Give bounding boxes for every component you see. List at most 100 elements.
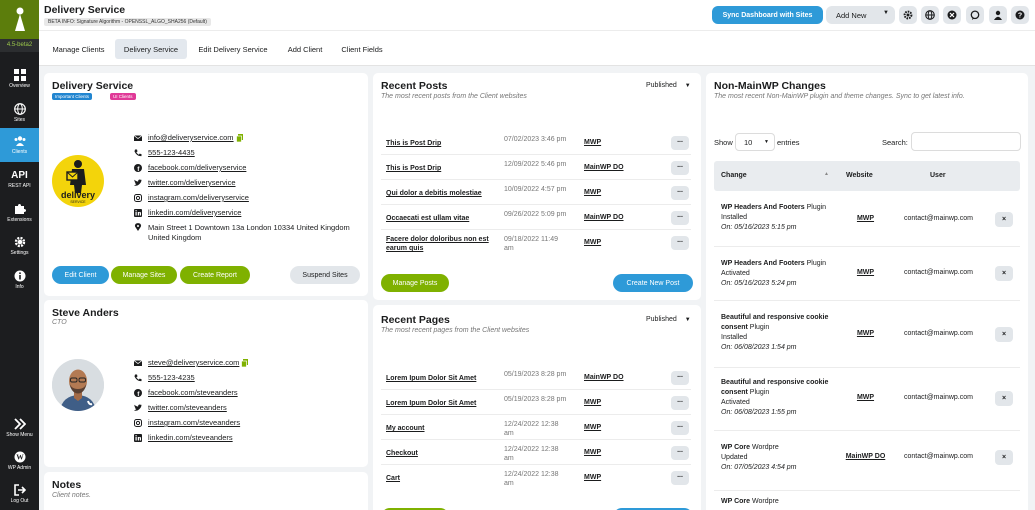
entries-per-page-select[interactable]: 10 ▼ <box>735 133 775 151</box>
copy-icon[interactable] <box>241 358 249 367</box>
edit-client-button[interactable]: Edit Client <box>52 266 109 284</box>
page-site-link[interactable]: MWP <box>584 474 601 481</box>
sidebar-item-overview[interactable]: Overview <box>0 62 39 96</box>
contact-email-link[interactable]: steve@deliveryservice.com <box>148 358 239 367</box>
copy-icon[interactable] <box>235 133 244 142</box>
dismiss-button[interactable]: × <box>995 212 1013 227</box>
post-site-link[interactable]: MainWP DO <box>584 164 624 171</box>
page-actions-button[interactable]: ... <box>671 421 689 435</box>
create-report-button[interactable]: Create Report <box>180 266 250 284</box>
post-site-link[interactable]: MWP <box>584 189 601 196</box>
post-title-link[interactable]: This is Post Drip <box>386 164 496 173</box>
sidebar-item-info[interactable]: Info <box>0 263 39 297</box>
dismiss-button[interactable]: × <box>995 391 1013 406</box>
contact-facebook-link[interactable]: facebook.com/steveanders <box>148 388 238 397</box>
sidebar-item-label: Sites <box>13 117 26 123</box>
search-input[interactable] <box>911 132 1021 151</box>
sidebar-item-label: Overview <box>9 83 30 89</box>
contact-avatar <box>52 359 104 411</box>
col-change-header[interactable]: Change <box>721 172 747 179</box>
page-actions-button[interactable]: ... <box>671 446 689 460</box>
post-site-link[interactable]: MWP <box>584 139 601 146</box>
client-tag[interactable]: UI Clients <box>110 93 136 100</box>
client-facebook-link[interactable]: facebook.com/deliveryservice <box>148 163 246 172</box>
change-website-link[interactable]: MWP <box>843 330 888 337</box>
dismiss-button[interactable]: × <box>995 450 1013 465</box>
post-title-link[interactable]: Facere dolor doloribus non est earum qui… <box>386 235 496 253</box>
client-twitter-link[interactable]: twitter.com/deliveryservice <box>148 178 236 187</box>
dismiss-button[interactable]: × <box>995 327 1013 342</box>
logout-icon <box>13 484 26 496</box>
client-tag[interactable]: Important Clients <box>52 93 93 100</box>
page-site-link[interactable]: MWP <box>584 424 601 431</box>
sites-button[interactable] <box>921 6 939 24</box>
manage-posts-button[interactable]: Manage Posts <box>381 274 449 292</box>
contact-linkedin-link[interactable]: linkedin.com/steveanders <box>148 433 233 442</box>
posts-status-dropdown[interactable]: Published ▼ <box>646 82 691 89</box>
create-new-post-button[interactable]: Create New Post <box>613 274 693 292</box>
mainwp-logo[interactable] <box>0 0 39 39</box>
page-site-link[interactable]: MWP <box>584 399 601 406</box>
contact-twitter-link[interactable]: twitter.com/steveanders <box>148 403 227 412</box>
tab-delivery-service[interactable]: Delivery Service <box>115 39 187 59</box>
client-phone-link[interactable]: 555-123-4435 <box>148 148 195 157</box>
add-new-dropdown[interactable]: Add New ▼ <box>826 6 895 24</box>
help-button[interactable]: ? <box>1011 6 1029 24</box>
sidebar-item-show-menu[interactable]: Show Menu <box>0 411 39 445</box>
sidebar-item-rest-api[interactable]: API REST API <box>0 162 39 196</box>
page-site-link[interactable]: MWP <box>584 449 601 456</box>
post-site-link[interactable]: MWP <box>584 239 601 246</box>
post-actions-button[interactable]: ... <box>671 211 689 225</box>
client-linkedin-link[interactable]: linkedin.com/deliveryservice <box>148 208 241 217</box>
sidebar-item-settings[interactable]: Settings <box>0 229 39 263</box>
change-website-link[interactable]: MWP <box>843 394 888 401</box>
post-actions-button[interactable]: ... <box>671 236 689 250</box>
client-instagram-link[interactable]: instagram.com/deliveryservice <box>148 193 249 202</box>
close-circle-icon <box>947 10 957 20</box>
post-site-link[interactable]: MainWP DO <box>584 214 624 221</box>
page-title-link[interactable]: Lorem Ipum Dolor Sit Amet <box>386 374 496 383</box>
pages-status-dropdown[interactable]: Published ▼ <box>646 316 691 323</box>
sidebar-item-extensions[interactable]: Extensions <box>0 196 39 230</box>
page-actions-button[interactable]: ... <box>671 471 689 485</box>
col-user-header[interactable]: User <box>930 172 946 179</box>
page-site-link[interactable]: MainWP DO <box>584 374 624 381</box>
col-website-header[interactable]: Website <box>846 172 873 179</box>
sync-dashboard-button[interactable]: Sync Dashboard with Sites <box>712 6 823 24</box>
close-button[interactable] <box>943 6 961 24</box>
post-actions-button[interactable]: ... <box>671 161 689 175</box>
client-email-link[interactable]: info@deliveryservice.com <box>148 133 234 142</box>
post-actions-button[interactable]: ... <box>671 186 689 200</box>
page-actions-button[interactable]: ... <box>671 371 689 385</box>
post-title-link[interactable]: Occaecati est ullam vitae <box>386 214 496 223</box>
page-title-link[interactable]: Cart <box>386 474 496 483</box>
tab-client-fields[interactable]: Client Fields <box>335 39 389 59</box>
change-website-link[interactable]: MainWP DO <box>843 453 888 460</box>
chat-icon <box>970 10 980 20</box>
sidebar-item-wp-admin[interactable]: W WP Admin <box>0 444 39 478</box>
change-website-link[interactable]: MWP <box>843 269 888 276</box>
tab-edit-delivery-service[interactable]: Edit Delivery Service <box>192 39 274 59</box>
sidebar-item-sites[interactable]: Sites <box>0 96 39 130</box>
sidebar-item-clients[interactable]: Clients <box>0 128 39 162</box>
page-title-link[interactable]: Checkout <box>386 449 496 458</box>
page-title-link[interactable]: Lorem Ipum Dolor Sit Amet <box>386 399 496 408</box>
page-title-link[interactable]: My account <box>386 424 496 433</box>
dismiss-button[interactable]: × <box>995 266 1013 281</box>
tab-manage-clients[interactable]: Manage Clients <box>46 39 111 59</box>
contact-phone-link[interactable]: 555-123-4235 <box>148 373 195 382</box>
post-title-link[interactable]: This is Post Drip <box>386 139 496 148</box>
page-actions-button[interactable]: ... <box>671 396 689 410</box>
post-title-link[interactable]: Qui dolor a debitis molestiae <box>386 189 496 198</box>
sort-icon[interactable]: ▲ <box>824 171 829 177</box>
user-button[interactable] <box>989 6 1007 24</box>
post-actions-button[interactable]: ... <box>671 136 689 150</box>
settings-button[interactable] <box>899 6 917 24</box>
contact-instagram-link[interactable]: instagram.com/steveanders <box>148 418 240 427</box>
chat-button[interactable] <box>966 6 984 24</box>
manage-sites-button[interactable]: Manage Sites <box>111 266 177 284</box>
sidebar-item-log-out[interactable]: Log Out <box>0 477 39 510</box>
suspend-sites-button[interactable]: Suspend Sites <box>290 266 360 284</box>
tab-add-client[interactable]: Add Client <box>279 39 331 59</box>
change-website-link[interactable]: MWP <box>843 215 888 222</box>
